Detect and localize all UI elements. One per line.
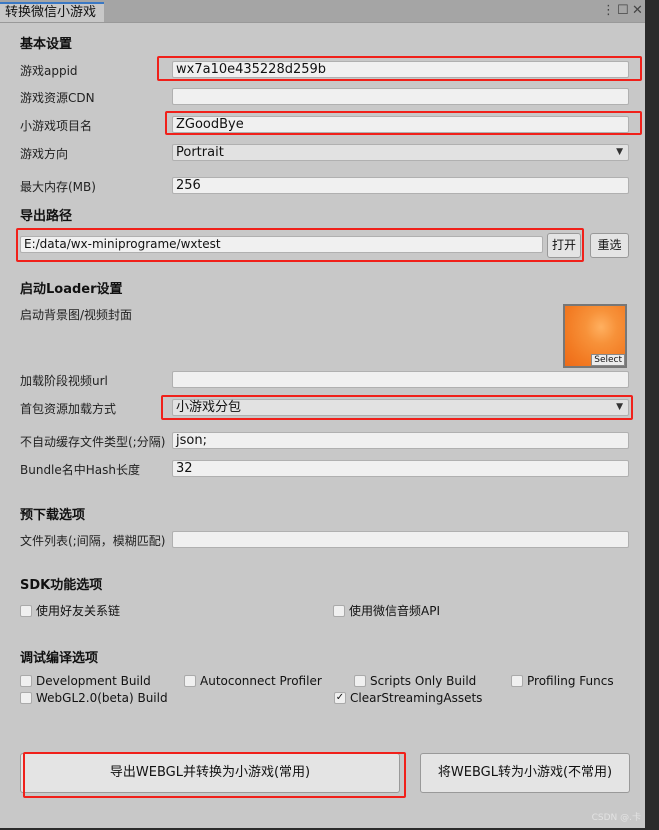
checkbox-box[interactable] [354,675,366,687]
file-list-input[interactable] [172,531,629,548]
checkbox-label: Autoconnect Profiler [200,674,322,688]
orientation-dropdown[interactable]: Portrait ▼ [172,144,629,161]
title-bar: 转换微信小游戏 ⋮ ☐ ✕ [0,0,645,23]
video-url-label: 加载阶段视频url [20,374,108,388]
convert-only-button[interactable]: 将WEBGL转为小游戏(不常用) [420,753,630,793]
checkbox-label: Scripts Only Build [370,674,477,688]
hash-length-label: Bundle名中Hash长度 [20,463,141,477]
close-icon[interactable]: ✕ [632,3,643,18]
checkbox-label: Development Build [36,674,151,688]
checkbox-label: Profiling Funcs [527,674,614,688]
hash-length-input[interactable]: 32 [172,460,629,477]
scripts-only-build-checkbox[interactable]: Scripts Only Build [354,674,476,688]
project-name-label: 小游戏项目名 [20,119,93,133]
select-button[interactable]: Select [591,354,625,366]
dropdown-arrow-icon: ▼ [616,147,623,157]
memory-label: 最大内存(MB) [20,180,96,194]
checkbox-label: 使用好友关系链 [36,604,121,618]
orientation-value: Portrait [176,145,224,160]
checkbox-label: 使用微信音频API [349,604,440,618]
first-pack-dropdown[interactable]: 小游戏分包 ▼ [172,399,629,416]
cdn-input[interactable] [172,88,629,105]
checkmark-icon[interactable]: ✓ [334,692,346,704]
basic-settings-header: 基本设置 [20,37,73,52]
checkbox-label: ClearStreamingAssets [350,691,483,705]
sdk-header: SDK功能选项 [20,578,103,593]
checkbox-box[interactable] [184,675,196,687]
loader-settings-header: 启动Loader设置 [20,282,123,297]
converter-window: 转换微信小游戏 ⋮ ☐ ✕ 基本设置 游戏appid wx7a10e435228… [0,0,645,828]
clear-streaming-assets-checkbox[interactable]: ✓ ClearStreamingAssets [334,691,482,705]
webgl2-build-checkbox[interactable]: WebGL2.0(beta) Build [20,691,168,705]
development-build-checkbox[interactable]: Development Build [20,674,151,688]
file-list-label: 文件列表(;间隔，模糊匹配) [20,534,166,548]
first-pack-value: 小游戏分包 [176,400,242,415]
video-url-input[interactable] [172,371,629,388]
reset-button[interactable]: 重选 [590,233,629,258]
appid-input[interactable]: wx7a10e435228d259b [172,61,629,78]
open-button[interactable]: 打开 [547,233,581,258]
checkbox-box[interactable] [333,604,345,617]
export-and-convert-button[interactable]: 导出WEBGL并转换为小游戏(常用) [20,753,400,793]
watermark: CSDN @.卡 [591,813,641,823]
cdn-label: 游戏资源CDN [20,91,95,105]
first-pack-label: 首包资源加载方式 [20,402,117,416]
no-cache-label: 不自动缓存文件类型(;分隔) [20,435,166,449]
checkbox-box[interactable] [20,675,32,687]
checkbox-box[interactable] [20,604,32,617]
preload-header: 预下载选项 [20,508,86,523]
export-path-header: 导出路径 [20,209,73,224]
window-tab[interactable]: 转换微信小游戏 [0,2,104,22]
dropdown-arrow-icon: ▼ [616,402,623,412]
memory-input[interactable]: 256 [172,177,629,194]
menu-icon[interactable]: ⋮ [602,3,615,18]
checkbox-label: WebGL2.0(beta) Build [36,691,168,705]
checkbox-box[interactable] [511,675,523,687]
friend-relation-checkbox[interactable]: 使用好友关系链 [20,602,120,619]
debug-header: 调试编译选项 [20,651,99,666]
project-name-input[interactable]: ZGoodBye [172,116,629,133]
autoconnect-profiler-checkbox[interactable]: Autoconnect Profiler [184,674,322,688]
background-image-picker[interactable]: Select [563,304,627,368]
checkbox-box[interactable] [20,692,32,704]
no-cache-input[interactable]: json; [172,432,629,449]
background-image-label: 启动背景图/视频封面 [20,308,133,322]
maximize-icon[interactable]: ☐ [617,3,629,18]
export-path-input[interactable]: E:/data/wx-miniprograme/wxtest [20,236,543,253]
wechat-audio-checkbox[interactable]: 使用微信音频API [333,602,440,619]
profiling-funcs-checkbox[interactable]: Profiling Funcs [511,674,614,688]
orientation-label: 游戏方向 [20,147,69,161]
appid-label: 游戏appid [20,64,78,78]
